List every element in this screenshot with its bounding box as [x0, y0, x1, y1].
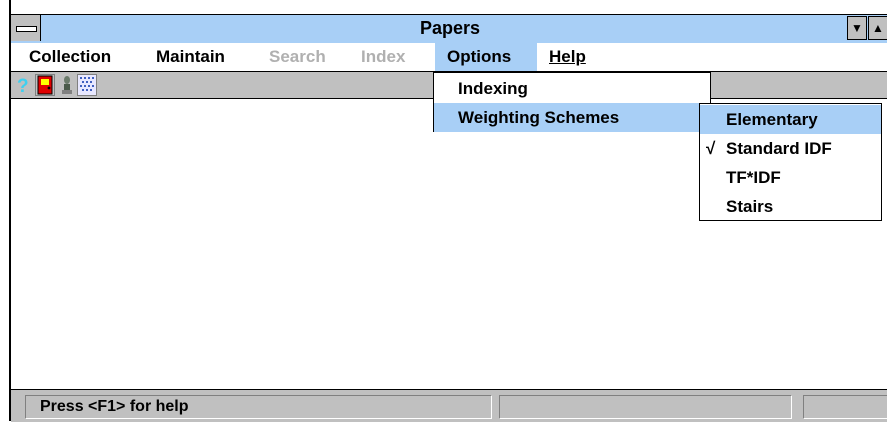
status-help-text: Press <F1> for help [25, 395, 492, 419]
checkmark-icon: √ [706, 139, 716, 158]
dotted-grid-icon[interactable] [77, 74, 97, 96]
svg-text:?: ? [17, 76, 29, 96]
submenu-item-elementary[interactable]: Elementary [700, 105, 881, 134]
menu-search[interactable]: Search [269, 43, 326, 71]
submenu-item-stairs[interactable]: Stairs [700, 192, 881, 221]
status-bar: Press <F1> for help [11, 389, 887, 422]
help-question-icon[interactable]: ? [13, 74, 33, 97]
figure-icon[interactable] [57, 74, 77, 96]
menu-item-indexing[interactable]: Indexing [434, 74, 710, 103]
submenu-item-label: Standard IDF [726, 139, 832, 158]
menu-item-weighting-schemes[interactable]: Weighting Schemes [434, 103, 710, 132]
menu-bar: Collection Maintain Search Index Options… [11, 43, 887, 72]
menu-maintain[interactable]: Maintain [156, 43, 225, 71]
status-panel-2 [499, 395, 792, 419]
menu-index[interactable]: Index [361, 43, 405, 71]
menu-options[interactable]: Options [435, 43, 537, 71]
menu-help[interactable]: Help [549, 43, 586, 71]
weighting-schemes-submenu: Elementary √ Standard IDF TF*IDF Stairs [699, 103, 882, 221]
options-dropdown-menu: Indexing Weighting Schemes [433, 72, 711, 132]
window-title: Papers [419, 18, 481, 38]
status-panel-3 [803, 395, 887, 419]
menu-collection[interactable]: Collection [29, 43, 111, 71]
minimize-arrow-icon[interactable]: ▼ [847, 16, 867, 40]
submenu-item-tf-idf[interactable]: TF*IDF [700, 163, 881, 192]
title-bar[interactable]: Papers ▼ ▲ [11, 14, 887, 44]
submenu-item-standard-idf[interactable]: √ Standard IDF [700, 134, 881, 163]
maximize-arrow-icon[interactable]: ▲ [868, 16, 887, 40]
exit-door-icon[interactable] [35, 74, 55, 96]
